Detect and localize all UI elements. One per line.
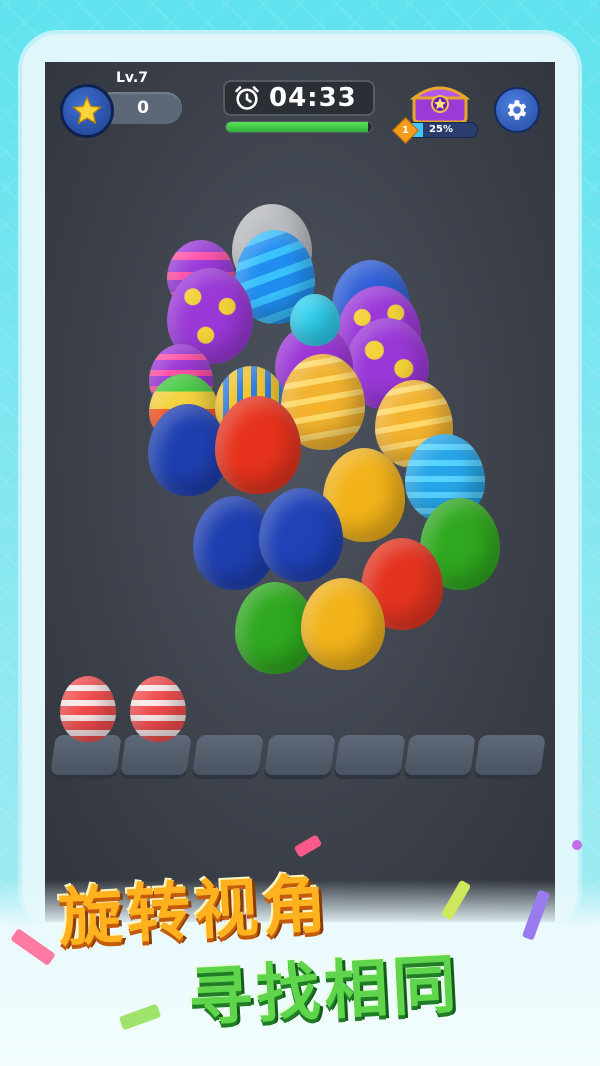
timer-progress-bar xyxy=(225,121,373,133)
game-screen xyxy=(45,62,555,922)
balloon-yellow[interactable] xyxy=(301,578,385,670)
balloon-cluster xyxy=(45,62,555,922)
tray-balloon-red-striped xyxy=(60,676,116,742)
gear-icon xyxy=(507,100,527,120)
timer-text: 04:33 xyxy=(269,83,357,113)
tray-slot-4 xyxy=(264,735,336,775)
settings-button[interactable] xyxy=(494,87,540,133)
tray-balloon-red-striped xyxy=(130,676,186,742)
balloon-navy[interactable] xyxy=(259,488,343,582)
star-badge xyxy=(60,84,114,138)
confetti xyxy=(572,840,582,850)
tray-slot-5 xyxy=(334,735,406,775)
chest-level-value: 1 xyxy=(402,125,409,136)
timer-progress-fill xyxy=(226,122,368,132)
level-label: Lv.7 xyxy=(116,70,148,86)
star-icon xyxy=(72,96,102,125)
timer-box: 04:33 xyxy=(223,80,375,116)
promo-title-line2: 寻找相同 xyxy=(186,947,463,1037)
tray-slot-6 xyxy=(404,735,476,775)
score-value: 0 xyxy=(137,98,149,118)
balloon-cyan[interactable] xyxy=(290,294,340,346)
tray-slot-3 xyxy=(192,735,264,775)
tray-slot-7 xyxy=(474,735,546,775)
treasure-chest-icon[interactable] xyxy=(410,80,470,124)
alarm-clock-icon xyxy=(235,86,259,110)
balloon-red[interactable] xyxy=(215,396,301,494)
